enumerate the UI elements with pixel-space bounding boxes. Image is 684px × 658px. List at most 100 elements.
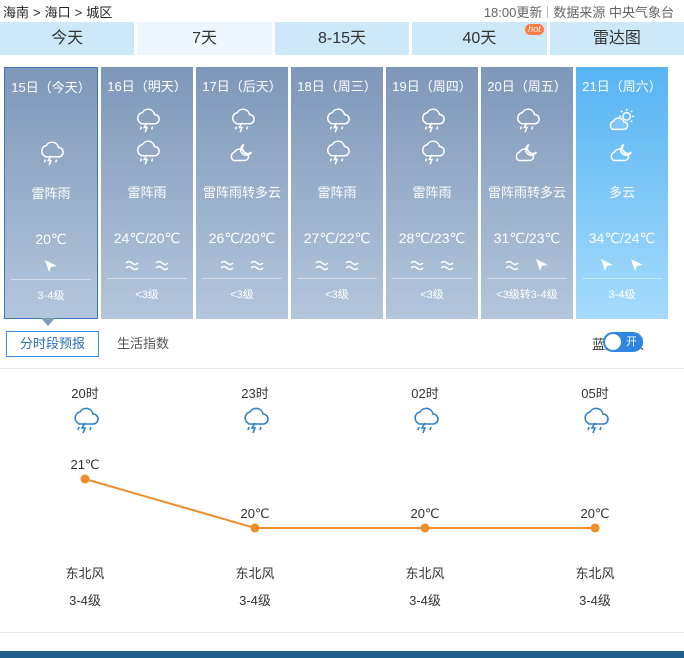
day-date: 19日（周四） [392, 79, 472, 94]
day-date: 17日（后天） [202, 79, 282, 94]
wind-wave-icon [219, 257, 235, 277]
meta-divider [547, 6, 549, 18]
toggle-label: 开 [626, 336, 637, 348]
day-wind-level: <3级 [420, 289, 444, 301]
breadcrumb-separator: > [74, 5, 83, 20]
day-weather: 雷阵雨 [412, 185, 452, 200]
tab-radar[interactable]: 雷达图 [549, 22, 684, 55]
wind-wave-icon [249, 257, 265, 277]
day-card[interactable]: 20日（周五） 雷阵雨转多云 31℃/23℃ <3级转3-4级 [481, 67, 573, 319]
day-wind-direction [291, 257, 383, 277]
hour-time: 23时 [241, 386, 269, 401]
temperature-point [590, 523, 600, 533]
hour-wind-direction: 东北风 [405, 566, 445, 581]
hour-wind-level: 3-4级 [409, 593, 441, 608]
tab-label: 8-15天 [318, 30, 367, 47]
day-date: 18日（周三） [297, 79, 377, 94]
thunder-rain-icon [323, 139, 351, 167]
day-temperature: 31℃/23℃ [493, 230, 561, 246]
bottom-bar [0, 651, 684, 658]
subtab-life-index[interactable]: 生活指数 [117, 331, 169, 357]
day-divider [11, 279, 91, 280]
breadcrumb-city[interactable]: 海口 [45, 2, 71, 21]
subtab-hourly[interactable]: 分时段预报 [6, 331, 99, 357]
tab-label: 7天 [192, 30, 218, 47]
hour-wind-level: 3-4级 [579, 593, 611, 608]
day-wind-direction [386, 257, 478, 277]
temperature-point [80, 474, 90, 484]
day-divider [297, 278, 377, 279]
temperature-point [420, 523, 430, 533]
day-card[interactable]: 18日（周三） 雷阵雨 27℃/22℃ <3级 [291, 67, 383, 319]
thunder-rain-icon [565, 406, 625, 436]
tab-today[interactable]: 今天 [0, 22, 135, 55]
day-card[interactable]: 16日（明天） 雷阵雨 24℃/20℃ <3级 [101, 67, 193, 319]
wind-wave-icon [439, 257, 455, 277]
thunder-rain-icon [323, 107, 351, 135]
tab-40days[interactable]: 40天 hot [412, 22, 547, 55]
wind-arrow-icon [629, 257, 645, 277]
day-temperature: 34℃/24℃ [588, 230, 656, 246]
day-wind-level: <3级转3-4级 [496, 289, 558, 301]
wind-wave-icon [124, 257, 140, 277]
tab-8-15days[interactable]: 8-15天 [274, 22, 410, 55]
day-divider [202, 278, 282, 279]
cloud-moon-icon [228, 139, 256, 167]
divider [0, 632, 684, 633]
bluesky-toggle[interactable]: 开 [603, 332, 643, 352]
breadcrumb: 海南 > 海口 > 城区 [3, 2, 112, 21]
day-weather: 多云 [608, 185, 635, 200]
wind-wave-icon [344, 257, 360, 277]
cloud-sun-icon [608, 107, 636, 135]
day-wind-level: <3级 [230, 289, 254, 301]
day-temperature: 20℃ [35, 231, 67, 247]
wind-wave-icon [154, 257, 170, 277]
breadcrumb-province[interactable]: 海南 [3, 2, 29, 21]
thunder-rain-icon [37, 140, 65, 168]
day-card[interactable]: 21日（周六） 多云 34℃/24℃ 3-4级 [576, 67, 668, 319]
hour-time: 02时 [411, 386, 439, 401]
breadcrumb-district: 城区 [86, 5, 113, 20]
tab-label: 雷达图 [592, 30, 641, 47]
tab-7days[interactable]: 7天 [137, 22, 272, 55]
day-divider [487, 278, 567, 279]
thunder-rain-icon [395, 406, 455, 436]
selected-day-pointer [41, 318, 55, 326]
tab-label: 40天 [462, 30, 497, 47]
wind-wave-icon [409, 257, 425, 277]
day-card[interactable]: 15日（今天） 雷阵雨 20℃ 3-4级 [4, 67, 98, 319]
data-source: 数据来源 中央气象台 [553, 5, 674, 20]
day-card[interactable]: 19日（周四） 雷阵雨 28℃/23℃ <3级 [386, 67, 478, 319]
day-wind-direction [101, 257, 193, 277]
temperature-label: 20℃ [580, 506, 610, 521]
hour-wind-direction: 东北风 [65, 566, 105, 581]
temperature-point [250, 523, 260, 533]
day-divider [392, 278, 472, 279]
tab-label: 今天 [51, 30, 84, 47]
day-temperature: 24℃/20℃ [113, 230, 181, 246]
temperature-label: 20℃ [410, 506, 440, 521]
day-wind-direction [481, 257, 573, 277]
day-weather: 雷阵雨转多云 [487, 185, 566, 200]
day-divider [107, 278, 187, 279]
day-weather: 雷阵雨 [127, 185, 167, 200]
temperature-label: 21℃ [70, 457, 100, 472]
day-wind-direction [5, 258, 97, 278]
temperature-line [84, 478, 595, 529]
hot-badge: hot [525, 24, 544, 35]
day-wind-direction [576, 257, 668, 277]
day-wind-level: 3-4级 [37, 290, 65, 302]
update-time: 18:00更新 [483, 5, 543, 20]
thunder-rain-icon [513, 107, 541, 135]
hour-wind-direction: 东北风 [575, 566, 615, 581]
wind-wave-icon [504, 257, 520, 277]
thunder-rain-icon [418, 139, 446, 167]
top-bar: 海南 > 海口 > 城区 18:00更新 数据来源 中央气象台 [0, 0, 684, 20]
toggle-knob [605, 334, 621, 350]
thunder-rain-icon [55, 406, 115, 436]
day-card[interactable]: 17日（后天） 雷阵雨转多云 26℃/20℃ <3级 [196, 67, 288, 319]
day-temperature: 26℃/20℃ [208, 230, 276, 246]
update-meta: 18:00更新 数据来源 中央气象台 [484, 2, 674, 21]
temperature-label: 20℃ [240, 506, 270, 521]
wind-arrow-icon [43, 258, 59, 278]
